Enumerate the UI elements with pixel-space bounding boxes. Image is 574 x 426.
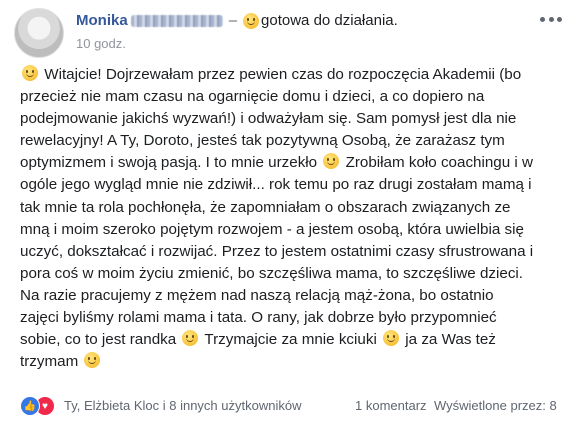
post-line: Witajcie! Dojrzewałam przez pewien czas …: [20, 64, 568, 86]
header-dash: –: [228, 12, 238, 29]
post-timestamp[interactable]: 10 godz.: [76, 36, 126, 51]
smiley-icon: [22, 65, 38, 81]
post-line: uczyć, dokształcać i rozwijać. Przez to …: [20, 242, 534, 260]
post-line: ogóle jego wygląd mnie nie zdziwił... ro…: [20, 176, 532, 194]
post-footer: 👍 ♥ Ty, Elżbieta Kloc i 8 innych użytkow…: [0, 392, 574, 418]
post-line: sobie, co to jest randka Trzymajcie za m…: [20, 330, 496, 349]
post-line: trzymam: [20, 351, 568, 373]
post-line: przecież nie mam czasu na ogarnięcie dom…: [20, 88, 485, 106]
smiley-icon: [243, 13, 260, 29]
post-line: podejmowanie jakichś wyzwań!) i odważyła…: [20, 110, 517, 128]
smiley-icon: [323, 153, 340, 170]
post-line: rewelacyjny! A Ty, Doroto, jesteś tak po…: [20, 132, 505, 150]
smiley-icon: [383, 330, 400, 347]
post-line: optymizmem i swoją pasją. I to mnie urze…: [20, 153, 533, 172]
post-line: tak mnie ta rola pochłonęła, że zapomnia…: [20, 198, 511, 216]
like-icon: 👍: [20, 396, 40, 416]
views-count[interactable]: Wyświetlone przez: 8: [434, 398, 557, 413]
post-body: Witajcie! Dojrzewałam przez pewien czas …: [20, 64, 568, 373]
post-line: zajęci byliśmy rolami mama i tata. O ran…: [20, 309, 497, 327]
comments-count[interactable]: 1 komentarz: [355, 398, 427, 413]
reaction-icons[interactable]: 👍 ♥: [20, 396, 55, 416]
smiley-icon: [182, 330, 199, 347]
post-line: Na razie pracujemy z mężem nad naszą rel…: [20, 286, 494, 304]
reaction-names[interactable]: Ty, Elżbieta Kloc i 8 innych użytkownikó…: [64, 398, 301, 413]
author-name[interactable]: Monika: [76, 11, 128, 31]
post-line: mną i moim szeroko pojętym rozwojem - a …: [20, 220, 524, 238]
smiley-icon: [84, 352, 101, 369]
post-header: Monika – gotowa do działania.: [76, 11, 398, 31]
author-avatar[interactable]: [14, 8, 64, 58]
feeling-text: gotowa do działania.: [261, 12, 398, 29]
more-options-icon[interactable]: [540, 10, 562, 28]
author-surname-blurred: [130, 15, 223, 27]
post-line: pora coś w moim życiu zmienić, bo szczęś…: [20, 264, 524, 282]
